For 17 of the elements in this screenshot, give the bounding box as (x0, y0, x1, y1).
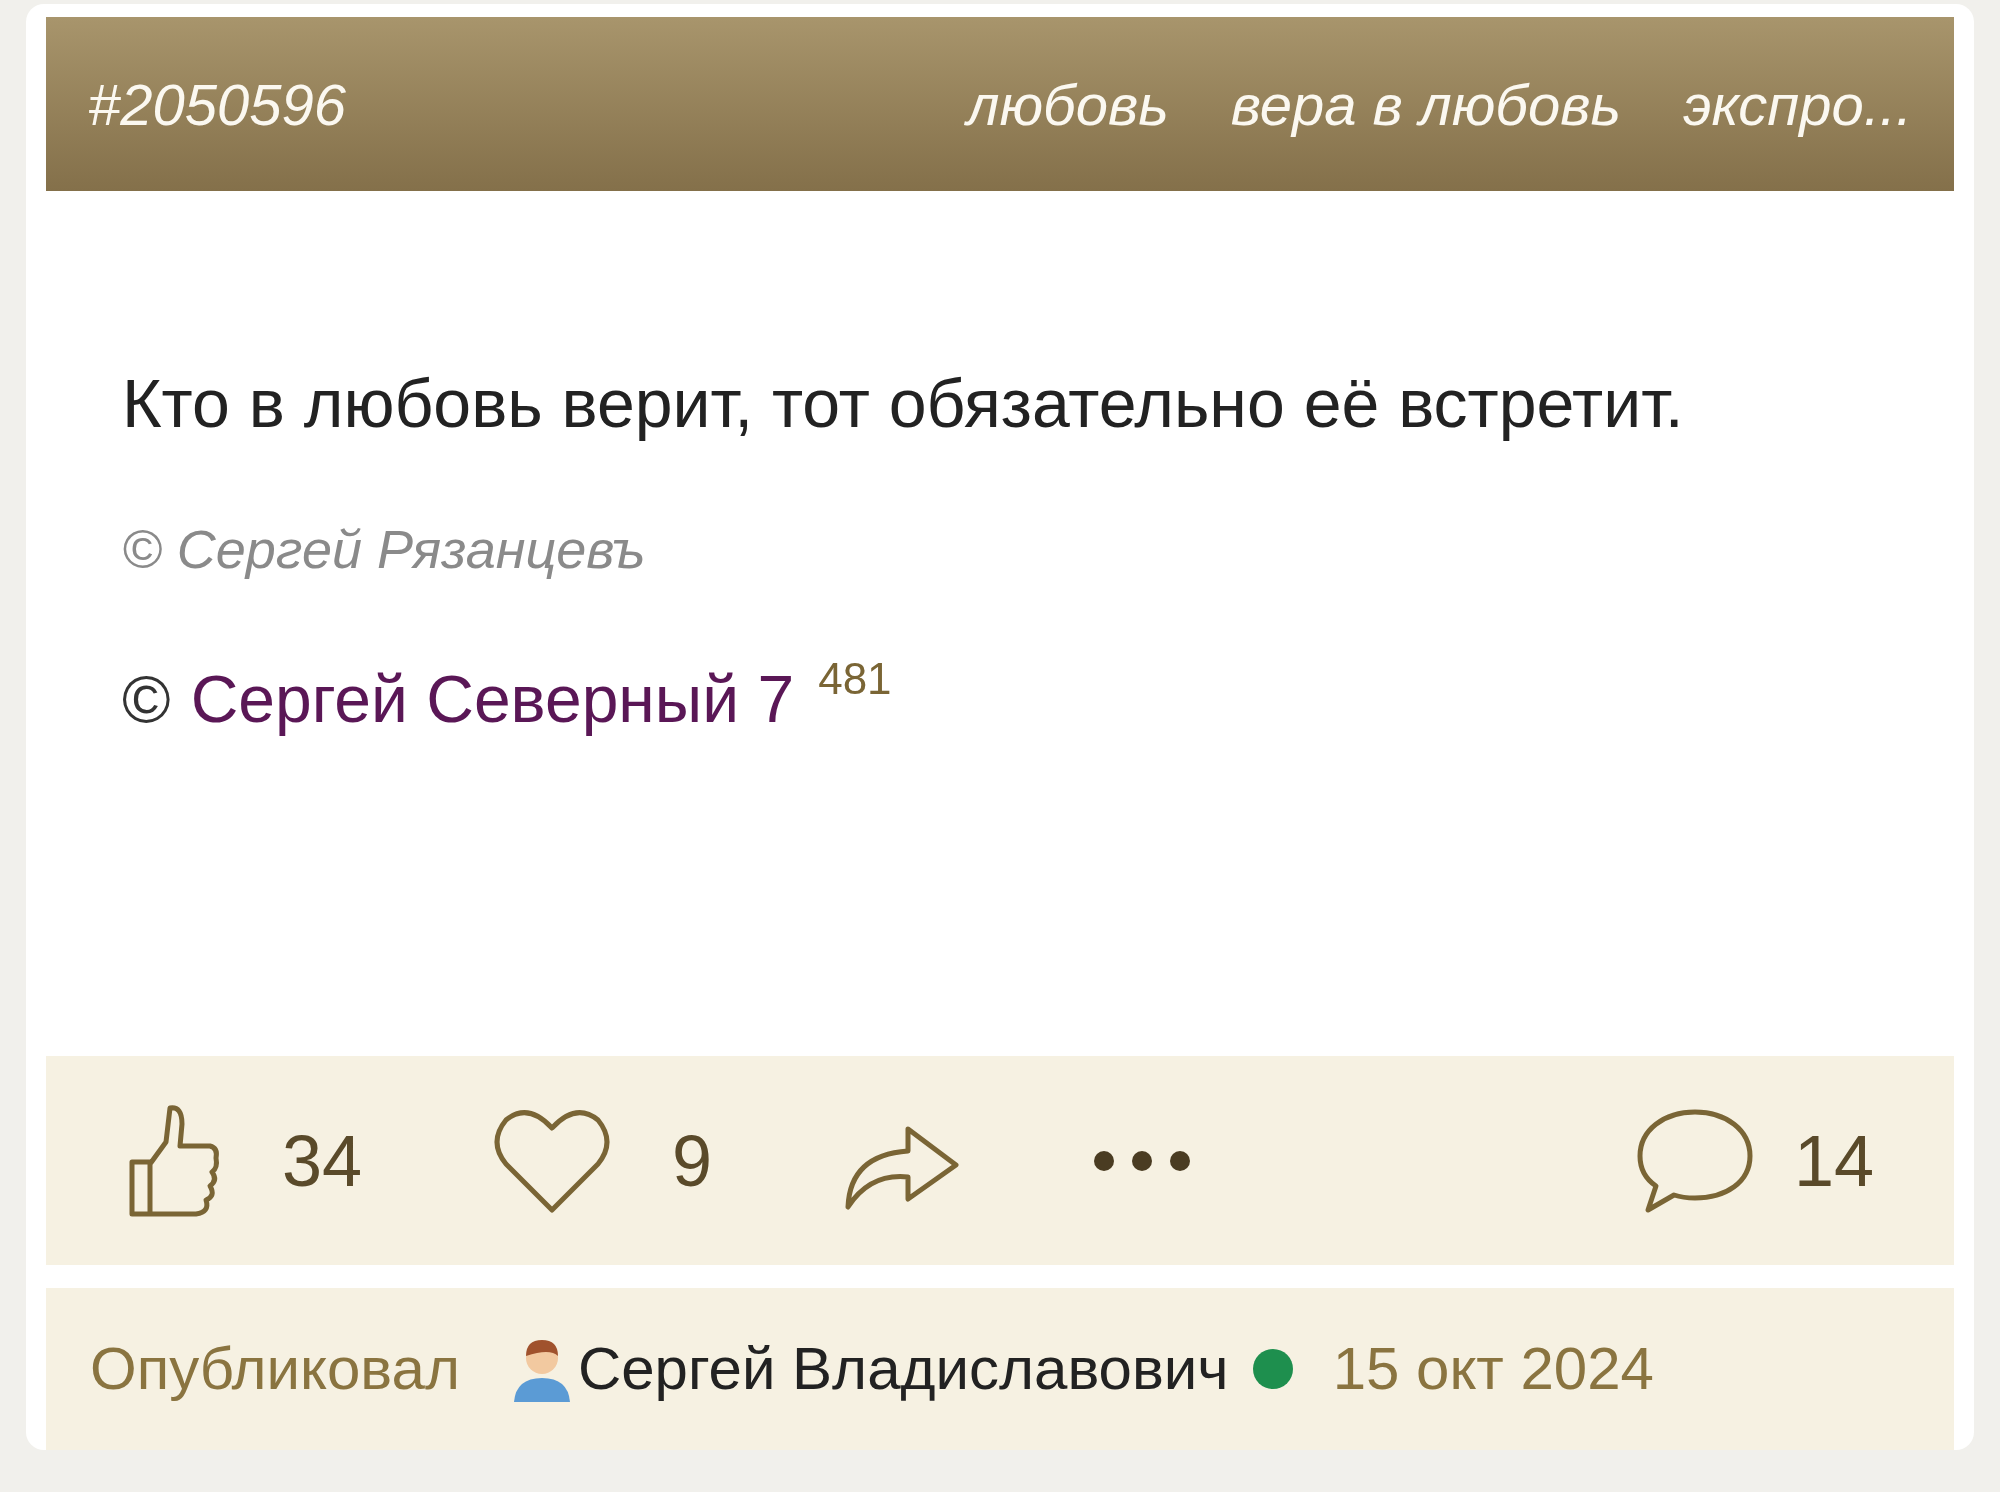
quote-source: © Сергей Рязанцевъ (122, 518, 647, 581)
tag-link[interactable]: вера в любовь (1230, 60, 1621, 148)
more-button[interactable] (1092, 1148, 1193, 1173)
copyright-sign: © (122, 661, 171, 738)
quote-text: Кто в любовь верит, тот обязательно её встретит. (122, 364, 1685, 443)
published-label: Опубликовал (90, 1334, 460, 1404)
comments-button[interactable]: 14 (1635, 1105, 1874, 1216)
more-dots-icon (1092, 1148, 1193, 1173)
author-link[interactable]: Сергей Северный 7 (190, 650, 795, 749)
post-date: 15 окт 2024 (1332, 1334, 1654, 1404)
heart-button[interactable]: 9 (492, 1105, 713, 1216)
user-link[interactable]: Сергей Владиславович (577, 1324, 1229, 1414)
author-count: 481 (818, 653, 892, 705)
tag-link[interactable]: экспро... (1682, 60, 1912, 148)
like-button[interactable]: 34 (126, 1101, 363, 1220)
post-number-link[interactable]: #2050596 (88, 60, 347, 148)
tag-link[interactable]: любовь (966, 60, 1169, 148)
